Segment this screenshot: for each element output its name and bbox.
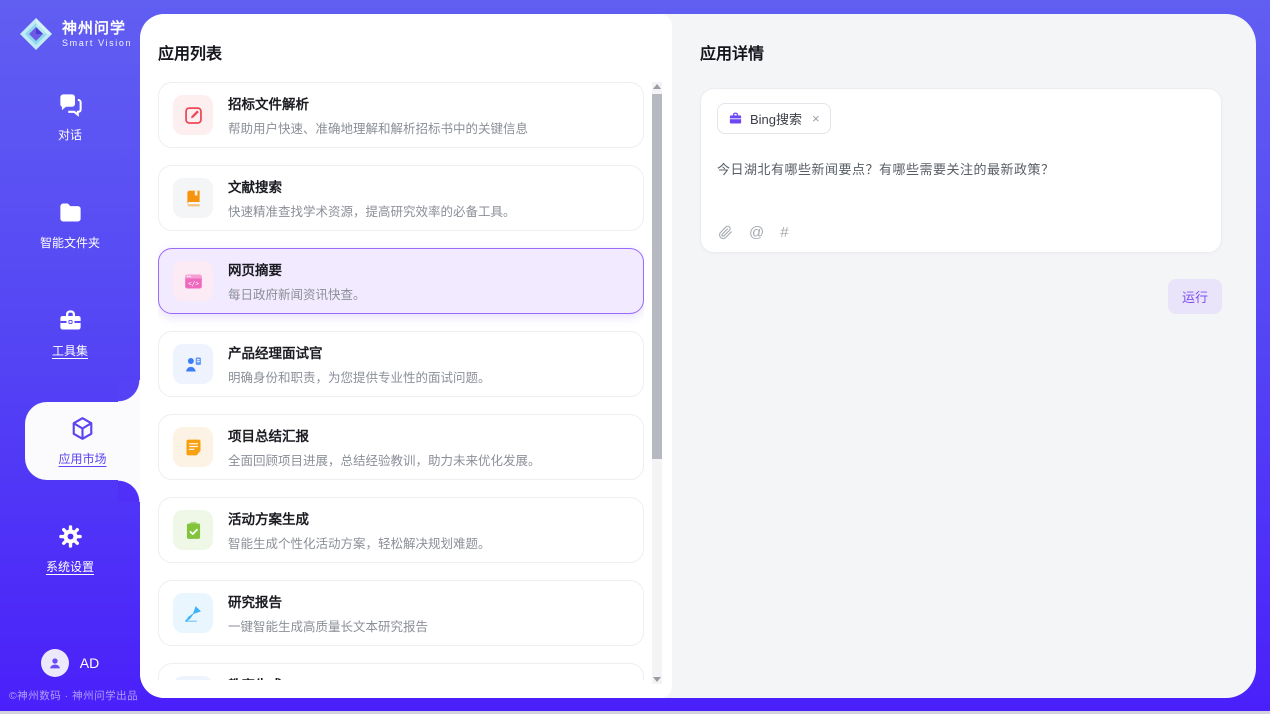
- brand-name: 神州问学: [62, 20, 132, 38]
- scrollbar[interactable]: [652, 82, 662, 684]
- briefcase-icon: [728, 111, 743, 126]
- sidebar-item-label: 工具集: [52, 342, 88, 359]
- app-card-research-report[interactable]: 研究报告 一键智能生成高质量长文本研究报告: [158, 580, 644, 646]
- person-icon: [47, 655, 63, 671]
- run-button[interactable]: 运行: [1168, 279, 1222, 314]
- sidebar-item-settings[interactable]: 系统设置: [0, 510, 140, 588]
- app-description: 帮助用户快速、准确地理解和解析招标书中的关键信息: [228, 118, 528, 137]
- app-list-title: 应用列表: [158, 40, 222, 64]
- at-icon[interactable]: @: [749, 224, 764, 241]
- copyright-footer: ©神州数码 · 神州问学出品: [0, 688, 140, 703]
- paperclip-icon[interactable]: [718, 224, 733, 241]
- app-name: 研究报告: [228, 591, 428, 611]
- sidebar-item-app-market[interactable]: 应用市场: [25, 402, 140, 480]
- interviewer-icon: [183, 354, 204, 375]
- app-detail-panel: 应用详情 Bing搜索 × 今日湖北有哪些新闻要点？有哪些需要关注的最新政策？: [672, 14, 1256, 698]
- scrollbar-thumb[interactable]: [652, 94, 662, 459]
- avatar: [41, 649, 69, 677]
- app-description: 一键智能生成高质量长文本研究报告: [228, 616, 428, 635]
- research-pen-icon: [183, 603, 204, 624]
- sidebar-item-label: 系统设置: [46, 558, 94, 575]
- app-description: 快速精准查找学术资源，提高研究效率的必备工具。: [228, 201, 516, 220]
- chat-icon: [57, 91, 84, 118]
- document-edit-icon: [183, 105, 204, 126]
- scrollbar-down-arrow[interactable]: [653, 677, 661, 682]
- app-description: 每日政府新闻资讯快查。: [228, 284, 366, 303]
- sidebar-item-chat[interactable]: 对话: [0, 78, 140, 156]
- input-toolbar: @ #: [718, 224, 789, 241]
- app-description: 智能生成个性化活动方案，轻松解决规划难题。: [228, 533, 491, 552]
- svg-text:</>: </>: [187, 280, 198, 287]
- cube-icon: [69, 415, 96, 442]
- app-name: 招标文件解析: [228, 93, 528, 113]
- clipboard-check-icon: [183, 520, 204, 541]
- app-name: 文献搜索: [228, 176, 516, 196]
- sidebar-item-label: 对话: [58, 126, 82, 143]
- app-list-panel: 应用列表 招标文件解析 帮助用户快速、准确地理解和解析招标书中的关键信息: [140, 14, 672, 698]
- browser-code-icon: </>: [183, 271, 204, 292]
- app-name: 教案生成: [228, 674, 478, 680]
- app-name: 活动方案生成: [228, 508, 491, 528]
- app-card-lesson-plan-generator[interactable]: 教案生成 模板驱动，教案秒成，教学准备从此轻松快捷: [158, 663, 644, 680]
- close-icon[interactable]: ×: [812, 112, 820, 125]
- sidebar-item-toolset[interactable]: 工具集: [0, 294, 140, 372]
- prompt-input-card[interactable]: Bing搜索 × 今日湖北有哪些新闻要点？有哪些需要关注的最新政策？ @ #: [700, 88, 1222, 253]
- app-window: 神州问学 Smart Vision 对话 智能文件夹: [0, 0, 1270, 711]
- app-name: 项目总结汇报: [228, 425, 541, 445]
- sidebar-item-label: 应用市场: [58, 450, 106, 467]
- sidebar-nav: 对话 智能文件夹 工具集: [0, 78, 140, 618]
- app-card-web-summary[interactable]: </> 网页摘要 每日政府新闻资讯快查。: [158, 248, 644, 314]
- toolbox-icon: [57, 307, 84, 334]
- book-icon: [183, 188, 204, 209]
- report-note-icon: [183, 437, 204, 458]
- tool-chip-label: Bing搜索: [750, 109, 802, 128]
- app-card-event-plan-generator[interactable]: 活动方案生成 智能生成个性化活动方案，轻松解决规划难题。: [158, 497, 644, 563]
- content-area: 应用列表 招标文件解析 帮助用户快速、准确地理解和解析招标书中的关键信息: [140, 14, 1256, 698]
- scrollbar-up-arrow[interactable]: [653, 84, 661, 89]
- app-detail-title: 应用详情: [700, 40, 1222, 64]
- user-profile[interactable]: AD: [0, 649, 140, 677]
- brand-subtitle: Smart Vision: [62, 38, 132, 48]
- app-description: 全面回顾项目进展，总结经验教训，助力未来优化发展。: [228, 450, 541, 469]
- user-name: AD: [80, 655, 99, 671]
- app-card-project-summary[interactable]: 项目总结汇报 全面回顾项目进展，总结经验教训，助力未来优化发展。: [158, 414, 644, 480]
- app-list-scroll-area: 招标文件解析 帮助用户快速、准确地理解和解析招标书中的关键信息: [158, 82, 644, 680]
- app-card-pm-interviewer[interactable]: 产品经理面试官 明确身份和职责，为您提供专业性的面试问题。: [158, 331, 644, 397]
- folder-icon: [57, 199, 84, 226]
- hash-icon[interactable]: #: [780, 224, 788, 241]
- sidebar-item-smart-folder[interactable]: 智能文件夹: [0, 186, 140, 264]
- sidebar: 神州问学 Smart Vision 对话 智能文件夹: [0, 0, 140, 711]
- app-card-literature-search[interactable]: 文献搜索 快速精准查找学术资源，提高研究效率的必备工具。: [158, 165, 644, 231]
- brand-logo: 神州问学 Smart Vision: [0, 0, 140, 52]
- tool-chip-bing-search[interactable]: Bing搜索 ×: [717, 103, 831, 134]
- app-name: 产品经理面试官: [228, 342, 491, 362]
- diamond-logo-icon: [18, 16, 54, 52]
- gear-icon: [57, 523, 84, 550]
- sidebar-item-label: 智能文件夹: [40, 234, 100, 251]
- query-text[interactable]: 今日湖北有哪些新闻要点？有哪些需要关注的最新政策？: [717, 159, 1205, 178]
- app-card-bid-document-parsing[interactable]: 招标文件解析 帮助用户快速、准确地理解和解析招标书中的关键信息: [158, 82, 644, 148]
- app-name: 网页摘要: [228, 259, 366, 279]
- app-description: 明确身份和职责，为您提供专业性的面试问题。: [228, 367, 491, 386]
